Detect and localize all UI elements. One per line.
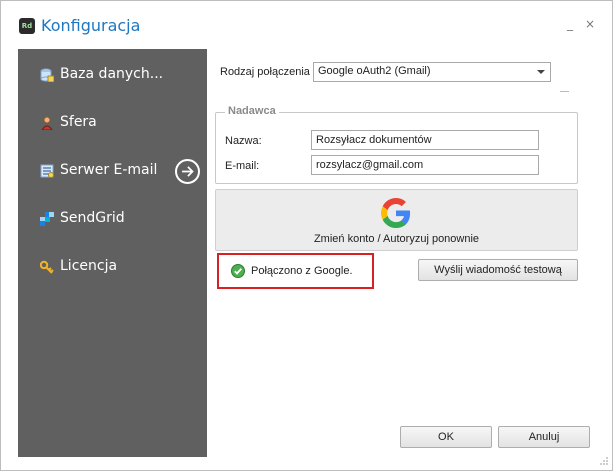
user-icon (41, 116, 53, 130)
sidebar-item-label: Licencja (60, 258, 118, 274)
google-logo-icon (381, 198, 411, 228)
name-input[interactable]: Rozsyłacz dokumentów (311, 130, 539, 150)
connection-type-select[interactable]: Google oAuth2 (Gmail) (313, 62, 551, 82)
sidebar-item-label: Baza danych... (60, 66, 164, 82)
cancel-button[interactable]: Anuluj (498, 426, 590, 448)
sidebar-item-label: Sfera (60, 114, 97, 130)
send-test-message-button[interactable]: Wyślij wiadomość testową (418, 259, 578, 281)
resize-grip-icon[interactable] (599, 456, 609, 466)
config-window: Rd Konfiguracja _ × Baza danych... Sfera (0, 0, 613, 471)
app-logo-icon: Rd (19, 18, 35, 34)
title-bar: Rd Konfiguracja _ × (1, 1, 612, 49)
connection-type-label: Rodzaj połączenia (220, 66, 310, 78)
connection-type-value: Google oAuth2 (Gmail) (318, 65, 431, 77)
chevron-down-icon (537, 70, 545, 74)
check-circle-icon (231, 264, 245, 278)
sendgrid-icon (40, 212, 54, 226)
arrow-right-circle-icon (175, 159, 200, 184)
sidebar-item-label: Serwer E-mail (60, 162, 158, 178)
key-icon (40, 260, 54, 274)
close-button[interactable]: × (583, 17, 597, 31)
window-title: Konfiguracja (41, 16, 141, 35)
name-label: Nazwa: (225, 135, 262, 147)
email-server-icon (40, 164, 54, 178)
reauthorize-google-button[interactable]: Zmień konto / Autoryzuj ponownie (215, 189, 578, 251)
connection-status: Połączono z Google. (217, 253, 374, 289)
sidebar-item-label: SendGrid (60, 210, 125, 226)
status-text: Połączono z Google. (251, 265, 353, 277)
email-input[interactable]: rozsylacz@gmail.com (311, 155, 539, 175)
sidebar: Baza danych... Sfera Serwer E-mail SendG… (18, 49, 207, 457)
database-icon (40, 68, 54, 82)
divider (560, 91, 569, 92)
sender-legend: Nadawca (225, 105, 279, 117)
ok-button[interactable]: OK (400, 426, 492, 448)
reauthorize-label: Zmień konto / Autoryzuj ponownie (313, 233, 480, 245)
minimize-button[interactable]: _ (563, 17, 577, 31)
email-label: E-mail: (225, 160, 260, 172)
